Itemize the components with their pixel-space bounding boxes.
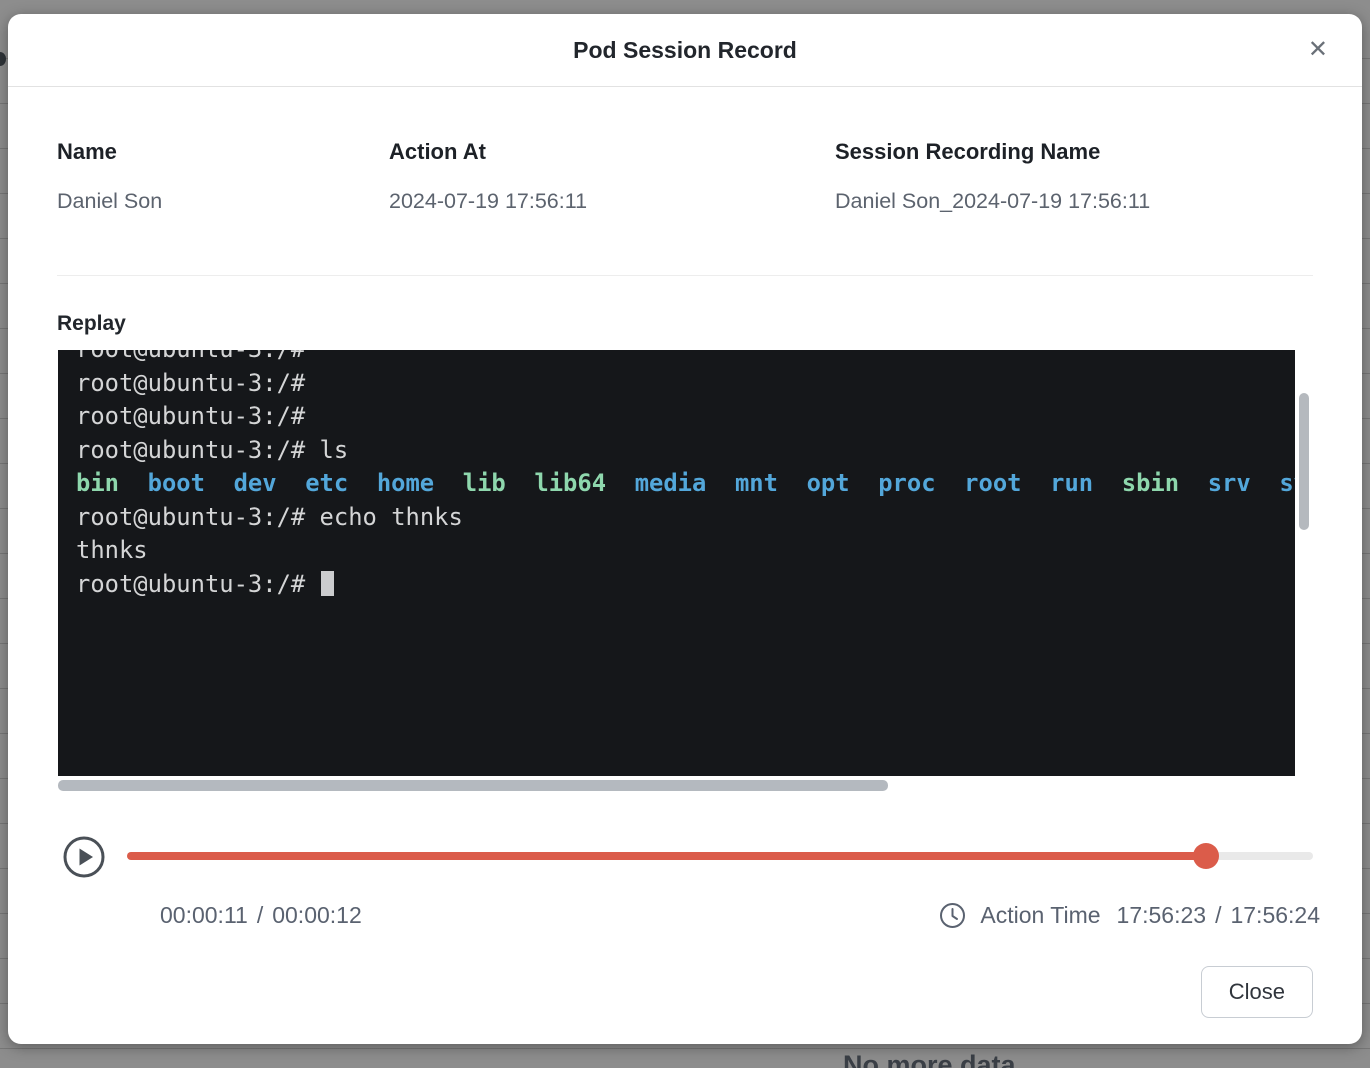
- backdrop-partial-text: No more data: [843, 1050, 1016, 1068]
- field-name: Name Daniel Son: [57, 139, 389, 214]
- ls-entry: mnt: [735, 469, 778, 497]
- time-separator: /: [257, 902, 263, 928]
- field-action-at: Action At 2024-07-19 17:56:11: [389, 139, 835, 214]
- ls-entry: etc: [305, 469, 348, 497]
- terminal-ls-output-line: bin boot devetc home lib lib64 media mnt optproc…: [76, 467, 1295, 501]
- terminal-line-echo: root@ubuntu-3:/# echo thnks: [76, 501, 1295, 535]
- field-session-recording-name-label: Session Recording Name: [835, 139, 1150, 165]
- terminal-line-clipped: root@ubuntu-3:/#: [76, 350, 1295, 367]
- play-button[interactable]: [62, 835, 106, 879]
- play-icon: [62, 835, 106, 879]
- ls-entry: root: [964, 469, 1021, 497]
- section-divider: [57, 275, 1313, 276]
- ls-entry: home: [377, 469, 434, 497]
- close-button[interactable]: Close: [1201, 966, 1313, 1018]
- ls-entry: boot: [148, 469, 205, 497]
- terminal-final-prompt: root@ubuntu-3:/#: [76, 570, 320, 598]
- terminal-cursor: [321, 571, 334, 596]
- elapsed-current: 00:00:11: [160, 902, 248, 928]
- terminal-line: root@ubuntu-3:/#: [76, 367, 1295, 401]
- field-name-value: Daniel Son: [57, 189, 389, 214]
- field-session-recording-name-value: Daniel Son_2024-07-19 17:56:11: [835, 189, 1150, 214]
- ls-entry: dev: [234, 469, 277, 497]
- pod-session-record-modal: Pod Session Record ✕ Name Daniel Son Act…: [8, 14, 1362, 1044]
- action-time-label: Action Time: [980, 902, 1100, 929]
- field-action-at-label: Action At: [389, 139, 835, 165]
- elapsed-time: 00:00:11 / 00:00:12: [160, 902, 362, 929]
- action-time-end: 17:56:24: [1230, 902, 1320, 929]
- action-time-start: 17:56:23: [1117, 902, 1207, 929]
- ls-entry: bin: [76, 469, 119, 497]
- action-time-separator: /: [1215, 902, 1221, 929]
- screen: No more data Pod Session Record ✕ Name D…: [0, 0, 1370, 1068]
- terminal-vertical-scrollbar[interactable]: [1299, 393, 1309, 530]
- ls-entry: lib64: [534, 469, 606, 497]
- terminal-content: root@ubuntu-3:/# root@ubuntu-3:/# root@u…: [76, 350, 1295, 601]
- clock-icon: [939, 902, 966, 929]
- playback-slider-handle[interactable]: [1193, 843, 1219, 869]
- ls-entry: sbin: [1122, 469, 1179, 497]
- ls-entry: srv: [1208, 469, 1251, 497]
- action-time: Action Time 17:56:23 / 17:56:24: [939, 902, 1320, 929]
- playback-slider-fill: [127, 852, 1206, 860]
- replay-section-label: Replay: [57, 312, 1362, 336]
- field-session-recording-name: Session Recording Name Daniel Son_2024-0…: [835, 139, 1150, 214]
- terminal-horizontal-scrollbar[interactable]: [58, 780, 888, 791]
- ls-entry: lib: [463, 469, 506, 497]
- close-icon[interactable]: ✕: [1308, 38, 1328, 62]
- playback-slider[interactable]: [127, 852, 1313, 860]
- ls-entry: sys: [1279, 469, 1295, 497]
- terminal-screen: root@ubuntu-3:/# root@ubuntu-3:/# root@u…: [58, 350, 1295, 776]
- terminal-line: root@ubuntu-3:/#: [76, 400, 1295, 434]
- modal-title: Pod Session Record: [573, 37, 797, 64]
- field-name-label: Name: [57, 139, 389, 165]
- record-fields: Name Daniel Son Action At 2024-07-19 17:…: [8, 87, 1362, 214]
- terminal-line: root@ubuntu-3:/# ls: [76, 434, 1295, 468]
- modal-header: Pod Session Record ✕: [8, 14, 1362, 87]
- ls-entry: run: [1050, 469, 1093, 497]
- terminal-line-prompt: root@ubuntu-3:/#: [76, 568, 1295, 602]
- field-action-at-value: 2024-07-19 17:56:11: [389, 189, 835, 214]
- times-row: 00:00:11 / 00:00:12 Action Time 17:56:23 /…: [8, 902, 1362, 932]
- terminal-line-echo-output: thnks: [76, 534, 1295, 568]
- ls-entry: proc: [878, 469, 935, 497]
- ls-entry: media: [635, 469, 707, 497]
- ls-entry: opt: [807, 469, 850, 497]
- elapsed-total: 00:00:12: [272, 902, 362, 928]
